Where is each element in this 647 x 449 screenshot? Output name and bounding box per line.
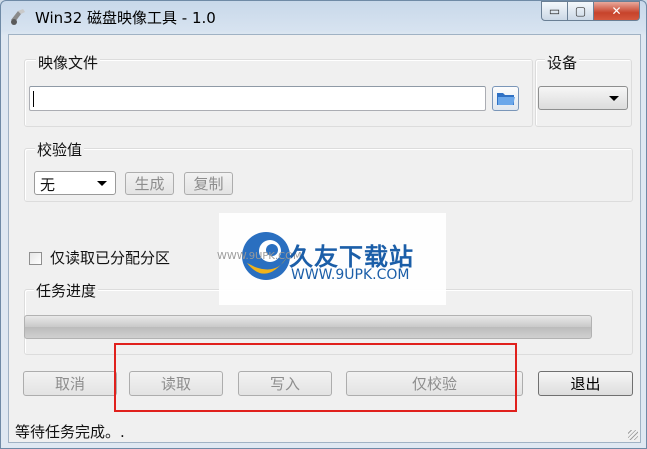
checksum-selected: 无	[40, 176, 56, 194]
highlight-box	[114, 343, 517, 412]
folder-icon	[496, 93, 515, 105]
generate-button[interactable]: 生成	[125, 172, 174, 195]
device-label: 设备	[545, 52, 580, 73]
close-icon: ✕	[611, 4, 622, 18]
image-file-input[interactable]	[29, 86, 486, 111]
progress-label: 任务进度	[34, 280, 99, 301]
status-bar: 等待任务完成。.	[9, 416, 640, 443]
image-file-label: 映像文件	[36, 52, 101, 73]
watermark-url: WWW.9UPK.COM	[291, 267, 410, 283]
minimize-button[interactable]: ▭	[541, 1, 568, 21]
text-caret	[33, 91, 34, 107]
caption-buttons: ▭ ▢ ✕	[541, 1, 640, 21]
progress-bar	[24, 315, 592, 339]
read-only-label: 仅读取已分配分区	[50, 249, 171, 267]
app-icon	[11, 9, 25, 25]
client-area: 映像文件 设备 校验值 无 生成 复制 仅读取已分配分区 任务进度 取消 读取 …	[8, 34, 641, 443]
maximize-button[interactable]: ▢	[568, 1, 594, 21]
maximize-icon: ▢	[574, 4, 587, 18]
minimize-icon: ▭	[548, 4, 561, 18]
resize-grip-icon[interactable]	[628, 430, 638, 440]
watermark: WWW.9UPK.COM 久友下载站 WWW.9UPK.COM	[217, 213, 446, 305]
checksum-label: 校验值	[35, 139, 85, 160]
close-button[interactable]: ✕	[594, 1, 640, 21]
exit-button[interactable]: 退出	[538, 371, 633, 396]
chevron-down-icon	[609, 96, 619, 101]
read-only-checkbox[interactable]	[29, 252, 42, 265]
checksum-select[interactable]: 无	[34, 171, 116, 195]
browse-button[interactable]	[492, 86, 519, 111]
window-title: Win32 磁盘映像工具 - 1.0	[35, 9, 216, 27]
title-bar[interactable]: Win32 磁盘映像工具 - 1.0 ▭ ▢ ✕	[1, 1, 646, 34]
device-select[interactable]	[538, 86, 628, 110]
cancel-button[interactable]: 取消	[23, 371, 117, 396]
copy-button[interactable]: 复制	[184, 172, 233, 195]
status-text: 等待任务完成。.	[15, 423, 125, 441]
app-window: Win32 磁盘映像工具 - 1.0 ▭ ▢ ✕ 映像文件 设备 校验值 无 生…	[0, 0, 647, 449]
chevron-down-icon	[97, 181, 107, 186]
